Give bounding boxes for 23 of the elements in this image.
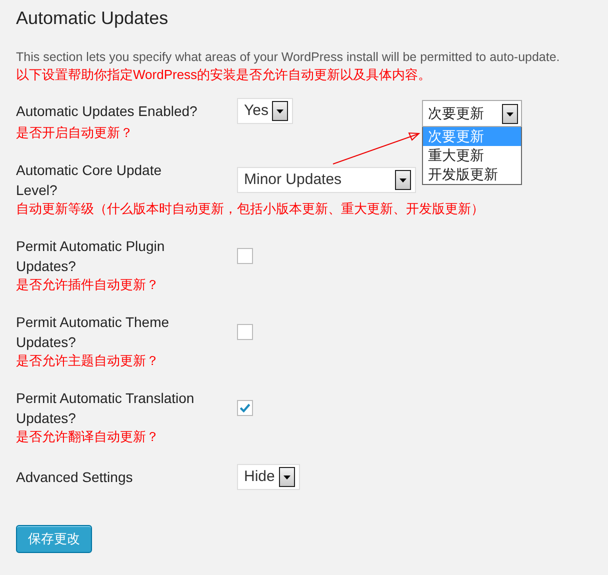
setting-note: 是否允许插件自动更新？	[16, 276, 159, 294]
checkbox[interactable]	[237, 324, 253, 340]
setting-label: Permit Automatic Translation Updates?	[16, 389, 196, 428]
section-title: Automatic Updates	[16, 7, 170, 29]
setting-label: Automatic Updates Enabled?	[16, 102, 198, 121]
select-field[interactable]: 次要更新	[422, 100, 522, 127]
dropdown-option[interactable]: 开发版更新	[423, 165, 521, 184]
section-description: This section lets you specify what areas of your WordPress install will be permitted to auto-update.	[16, 49, 561, 66]
setting-note: 是否开启自动更新？	[16, 124, 133, 142]
select-field[interactable]: Hide	[237, 464, 300, 490]
setting-note: 是否允许翻译自动更新？	[16, 428, 159, 446]
dropdown-option[interactable]: 重大更新	[423, 146, 521, 165]
setting-note: 是否允许主题自动更新？	[16, 352, 159, 370]
setting-label: Automatic Core Update Level?	[16, 161, 163, 200]
setting-label: Advanced Settings	[16, 468, 133, 487]
setting-label: Permit Automatic Theme Updates?	[16, 313, 170, 352]
checkbox[interactable]	[237, 248, 253, 264]
select-field[interactable]: Minor Updates	[237, 167, 416, 193]
checkbox[interactable]	[237, 400, 253, 416]
setting-note: 自动更新等级（什么版本时自动更新，包括小版本更新、重大更新、开发版更新）	[16, 200, 484, 218]
description-note: 以下设置帮助你指定WordPress的安装是否允许自动更新以及具体内容。	[16, 66, 432, 84]
select-field[interactable]: Yes	[237, 98, 294, 124]
setting-label: Permit Automatic Plugin Updates?	[16, 237, 166, 276]
